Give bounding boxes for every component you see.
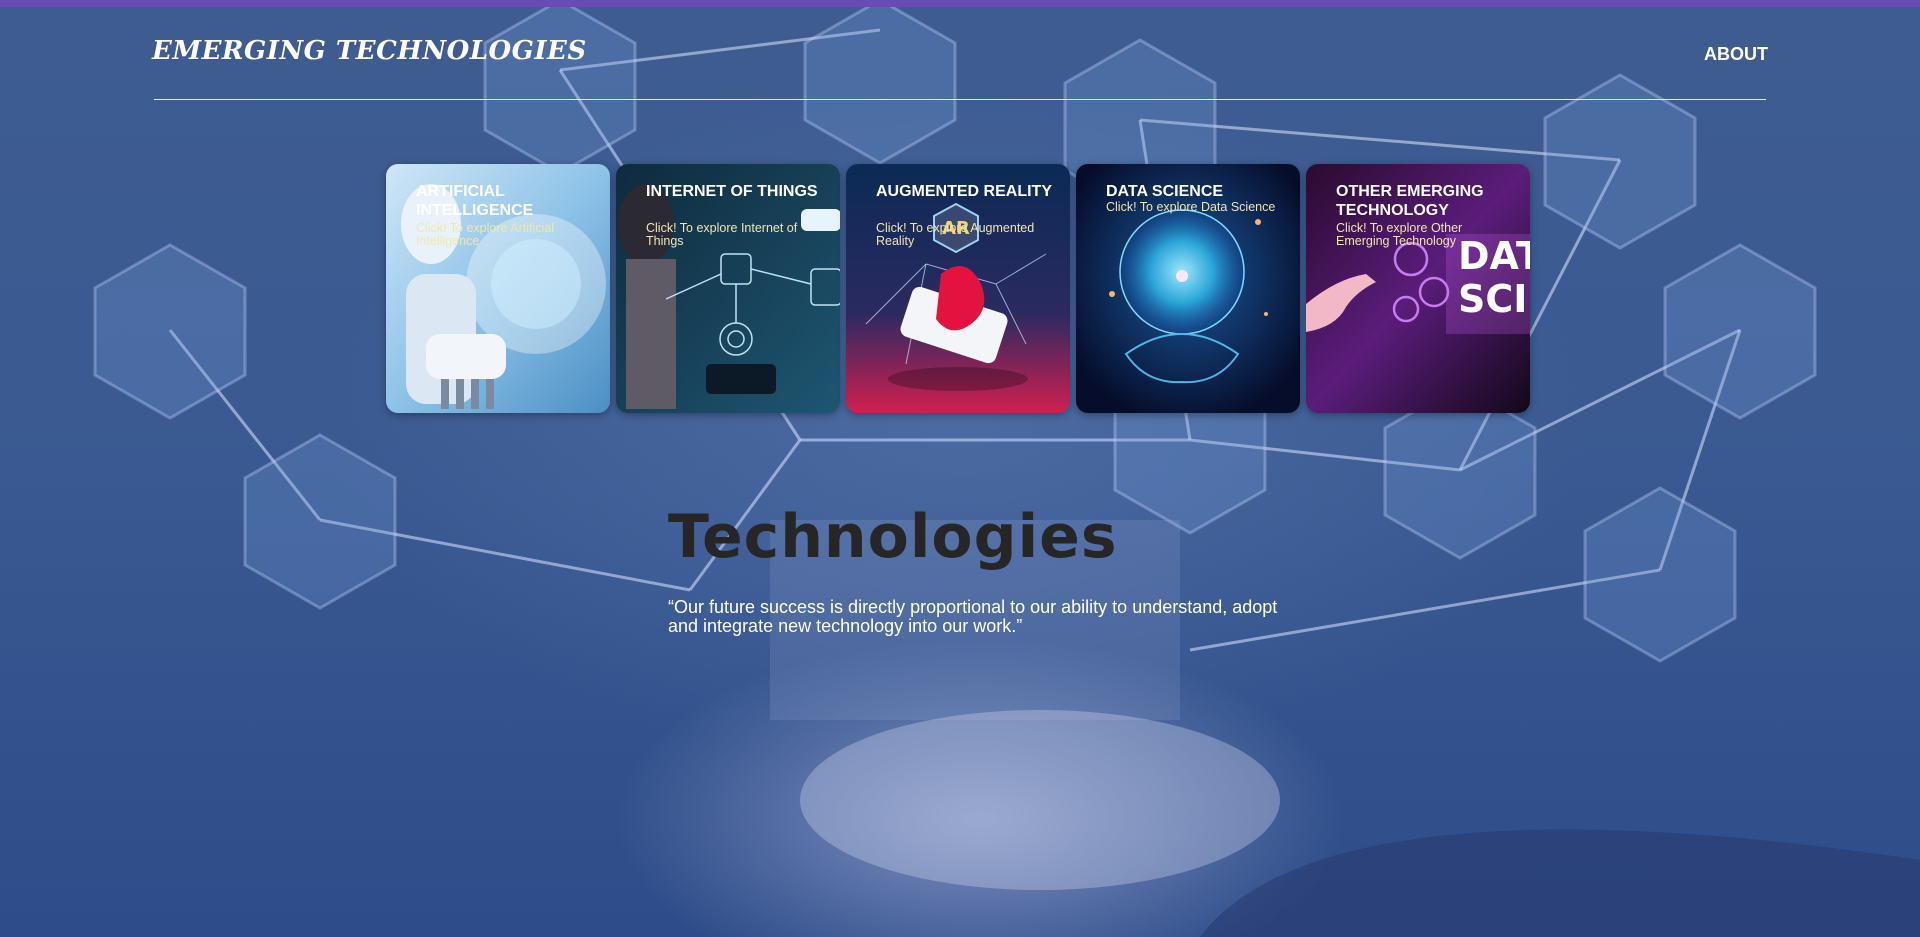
card-title: DATA SCIENCE: [1106, 183, 1224, 200]
background-network-image: [0, 0, 1920, 937]
card-subtitle: Click! To explore Other Emerging Technol…: [1336, 221, 1463, 248]
card-title: ARTIFICIAL INTELLIGENCE: [416, 183, 534, 219]
card-title: INTERNET OF THINGS: [646, 183, 818, 200]
hero-title: Technologies: [668, 502, 1118, 572]
technology-cards: ARTIFICIAL INTELLIGENCE Click! To explor…: [386, 164, 1530, 413]
card-artificial-intelligence[interactable]: ARTIFICIAL INTELLIGENCE Click! To explor…: [386, 164, 610, 413]
iot-network-image: [616, 164, 840, 413]
card-title: OTHER EMERGING TECHNOLOGY: [1336, 183, 1484, 219]
card-title: AUGMENTED REALITY: [876, 183, 1052, 200]
card-data-science[interactable]: DATA SCIENCE Click! To explore Data Scie…: [1076, 164, 1300, 413]
card-subtitle: Click! To explore Artificial Intelligenc…: [416, 221, 555, 248]
brand-logo-link[interactable]: EMERGING TECHNOLOGIES: [152, 36, 587, 66]
header-divider: [154, 99, 1766, 100]
card-other-emerging-technology[interactable]: DATA SCIE OTHER EMERGING TECHNOLOGY Clic…: [1306, 164, 1530, 413]
hero-quote: “Our future success is directly proporti…: [668, 597, 1278, 636]
ds-banner-text-2: SCIE: [1458, 277, 1530, 321]
card-internet-of-things[interactable]: INTERNET OF THINGS Click! To explore Int…: [616, 164, 840, 413]
card-subtitle: Click! To explore Data Science: [1106, 200, 1276, 214]
ar-phone-image: AR: [846, 164, 1070, 413]
accent-top-bar: [0, 0, 1920, 7]
nav-about-link[interactable]: ABOUT: [1704, 44, 1768, 65]
card-augmented-reality[interactable]: AR AUGMENTED REALITY Click! To explore A…: [846, 164, 1070, 413]
card-subtitle: Click! To explore Internet of Things: [646, 221, 798, 248]
card-subtitle: Click! To explore Augmented Reality: [876, 221, 1035, 248]
